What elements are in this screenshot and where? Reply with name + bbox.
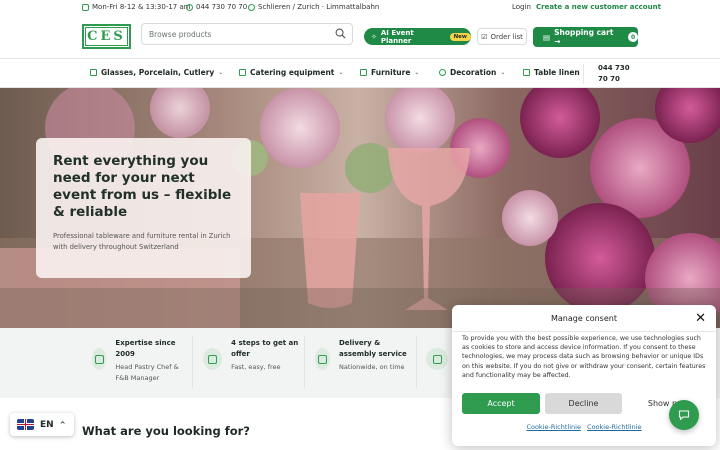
- chat-bubble-icon: [678, 410, 690, 421]
- phone-icon: [186, 3, 193, 11]
- opening-hours-text: Mon-Fri 8-12 & 13:30-17 am: [92, 3, 191, 11]
- checklist-icon: [203, 348, 223, 370]
- feature-title: 4 steps to get an offer: [231, 339, 299, 358]
- cookie-policy-link-2[interactable]: Cookie-Richtlinie: [587, 423, 642, 431]
- nav-item-label: Glasses, Porcelain, Cutlery: [101, 68, 215, 77]
- nav-item-label: Decoration: [450, 68, 497, 77]
- hero-banner: Rent everything you need for your next e…: [0, 88, 720, 328]
- feature-divider: [416, 336, 417, 388]
- shield-icon: [523, 69, 530, 76]
- feature-title: Expertise since 2009: [115, 339, 176, 358]
- ces-logo[interactable]: CES: [82, 24, 131, 49]
- consent-title: Manage consent: [551, 314, 617, 323]
- shield-check-icon: [92, 348, 107, 370]
- truck-icon: [315, 348, 330, 370]
- login-link[interactable]: Login: [512, 3, 531, 11]
- sparkle-icon: ✧: [371, 32, 377, 41]
- nav-item-decoration[interactable]: Decoration ⌄: [439, 68, 505, 77]
- chevron-up-icon: ^: [59, 420, 66, 429]
- opening-hours: Mon-Fri 8-12 & 13:30-17 am: [82, 3, 191, 11]
- cart-count-badge: 0: [628, 32, 638, 42]
- feature-home: [426, 338, 448, 370]
- grid-icon: [239, 69, 246, 76]
- nav-divider: [583, 64, 584, 84]
- feature-steps: 4 steps to get an offer Fast, easy, free: [203, 338, 308, 373]
- chevron-down-icon: ⌄: [500, 69, 506, 76]
- consent-body: To provide you with the best possible ex…: [462, 335, 706, 379]
- nav-item-glasses[interactable]: Glasses, Porcelain, Cutlery ⌄: [90, 68, 223, 77]
- ai-planner-label: AI Event Planner: [380, 28, 414, 45]
- nav-item-table-linen[interactable]: Table linen: [523, 68, 580, 77]
- language-code: EN: [40, 419, 54, 430]
- shopping-cart-button[interactable]: ▤ Shopping cart → 0: [533, 27, 638, 47]
- location-pin-icon: [248, 3, 255, 11]
- nav-item-label: Table linen: [534, 68, 580, 77]
- search-input[interactable]: Browse products: [141, 23, 353, 45]
- chair-icon: [360, 69, 367, 76]
- chevron-down-icon: ⌄: [218, 69, 224, 76]
- decline-button[interactable]: Decline: [545, 393, 622, 414]
- chat-button[interactable]: [669, 400, 699, 430]
- topbar-location[interactable]: Schlieren / Zurich · Limmattalbahn: [248, 3, 379, 11]
- glass-icon: [90, 69, 97, 76]
- feature-expertise: Expertise since 2009 Head Pastry Chef & …: [92, 338, 187, 384]
- clipboard-icon: ☑: [481, 32, 488, 41]
- feature-divider: [304, 336, 305, 388]
- search-icon[interactable]: [335, 28, 346, 39]
- nav-item-furniture[interactable]: Furniture ⌄: [360, 68, 419, 77]
- calendar-icon: [82, 3, 89, 11]
- create-account-link-text: Create a new customer account: [536, 3, 661, 11]
- top-bar: Mon-Fri 8-12 & 13:30-17 am 044 730 70 70…: [0, 0, 720, 15]
- nav-item-label: Catering equipment: [250, 68, 335, 77]
- new-badge: New: [449, 32, 471, 41]
- uk-flag-icon: [17, 419, 34, 430]
- feature-subtitle: Fast, easy, free: [231, 363, 281, 371]
- hero-text-card: Rent everything you need for your next e…: [36, 138, 251, 278]
- topbar-phone-text: 044 730 70 70: [196, 3, 248, 11]
- feature-title: Delivery & assembly service: [339, 339, 407, 358]
- accept-button[interactable]: Accept: [462, 393, 540, 414]
- order-list-label: Order list: [490, 32, 523, 41]
- feature-subtitle: Head Pastry Chef & F&B Manager: [115, 363, 179, 382]
- feature-divider: [192, 336, 193, 388]
- nav-item-catering[interactable]: Catering equipment ⌄: [239, 68, 343, 77]
- hero-title: Rent everything you need for your next e…: [53, 153, 232, 220]
- close-icon[interactable]: ✕: [695, 311, 706, 326]
- cart-icon: ▤: [543, 32, 551, 42]
- feature-subtitle: Nationwide, on time: [339, 363, 405, 371]
- topbar-location-text: Schlieren / Zurich · Limmattalbahn: [258, 3, 380, 11]
- chevron-down-icon: ⌄: [414, 69, 420, 76]
- language-switcher[interactable]: EN ^: [10, 413, 74, 436]
- consent-divider: [452, 331, 716, 332]
- order-list-button[interactable]: ☑ Order list: [477, 28, 527, 45]
- main-nav: Glasses, Porcelain, Cutlery ⌄ Catering e…: [0, 59, 720, 88]
- nav-phone[interactable]: 044 730 70 70: [598, 63, 638, 85]
- header: CES Browse products ✧ AI Event Planner N…: [0, 15, 720, 59]
- cart-label: Shopping cart →: [554, 28, 614, 46]
- home-icon: [426, 348, 448, 370]
- feature-delivery: Delivery & assembly service Nationwide, …: [315, 338, 415, 373]
- topbar-phone[interactable]: 044 730 70 70: [186, 3, 247, 11]
- hero-subtitle: Professional tableware and furniture ren…: [53, 232, 231, 251]
- create-account-link[interactable]: Create a new customer account: [536, 3, 661, 11]
- ai-event-planner-button[interactable]: ✧ AI Event Planner New: [364, 28, 471, 45]
- search-placeholder: Browse products: [149, 29, 212, 39]
- logo-text: CES: [85, 27, 128, 46]
- nav-item-label: Furniture: [371, 68, 411, 77]
- cookie-policy-link[interactable]: Cookie-Richtlinie: [526, 423, 581, 431]
- login-link-text: Login: [512, 3, 531, 11]
- chevron-down-icon: ⌄: [338, 69, 344, 76]
- section-heading: What are you looking for?: [82, 424, 250, 438]
- heart-icon: [439, 69, 446, 76]
